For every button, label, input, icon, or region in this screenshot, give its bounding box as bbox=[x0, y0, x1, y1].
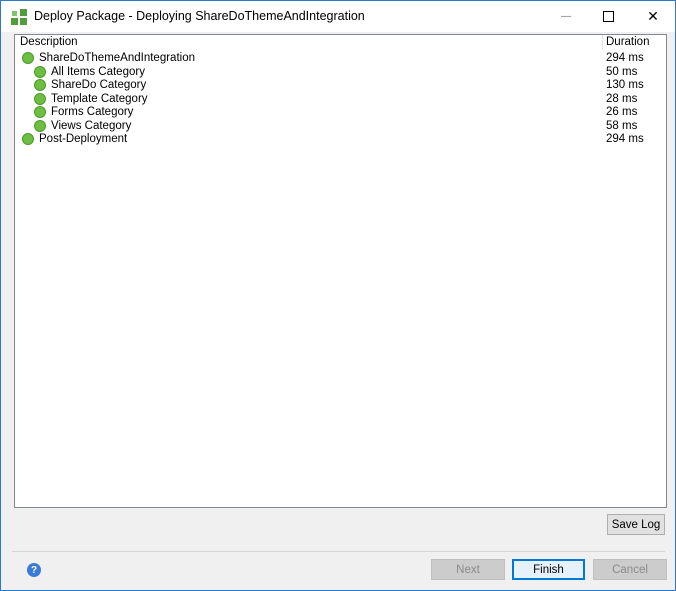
log-row-duration: 58 ms bbox=[606, 120, 638, 132]
success-check-icon bbox=[34, 79, 46, 91]
success-check-icon bbox=[34, 93, 46, 105]
log-row-duration: 294 ms bbox=[606, 52, 644, 64]
help-icon[interactable]: ? bbox=[27, 563, 41, 577]
cancel-button[interactable]: Cancel bbox=[593, 559, 667, 580]
log-row-description: Template Category bbox=[51, 93, 148, 105]
column-divider[interactable] bbox=[602, 35, 603, 50]
log-row-description: ShareDoThemeAndIntegration bbox=[39, 52, 195, 64]
title-bar[interactable]: Deploy Package - Deploying ShareDoThemeA… bbox=[1, 1, 675, 32]
success-check-icon bbox=[34, 66, 46, 78]
success-check-icon bbox=[34, 120, 46, 132]
log-row-duration: 294 ms bbox=[606, 133, 644, 145]
success-check-icon bbox=[22, 52, 34, 64]
app-icon bbox=[11, 9, 27, 25]
log-row-description: ShareDo Category bbox=[51, 79, 147, 91]
finish-button[interactable]: Finish bbox=[512, 559, 585, 580]
log-row[interactable]: ShareDoThemeAndIntegration 294 ms bbox=[15, 52, 666, 66]
log-row-duration: 130 ms bbox=[606, 79, 644, 91]
log-row[interactable]: ShareDo Category 130 ms bbox=[15, 79, 666, 93]
log-row-description: Views Category bbox=[51, 120, 132, 132]
log-row-duration: 28 ms bbox=[606, 93, 638, 105]
log-row-description: Post-Deployment bbox=[39, 133, 128, 145]
log-row[interactable]: Template Category 28 ms bbox=[15, 93, 666, 107]
column-header-duration[interactable]: Duration bbox=[606, 36, 649, 48]
log-row[interactable]: Post-Deployment 294 ms bbox=[15, 133, 666, 147]
maximize-icon bbox=[602, 11, 614, 22]
log-row[interactable]: Views Category 58 ms bbox=[15, 120, 666, 134]
deployment-log-list[interactable]: Description Duration ShareDoThemeAndInte… bbox=[14, 34, 667, 508]
close-icon: ✕ bbox=[647, 8, 659, 24]
close-button[interactable]: ✕ bbox=[630, 1, 676, 32]
log-row-duration: 26 ms bbox=[606, 106, 638, 118]
log-row[interactable]: Forms Category 26 ms bbox=[15, 106, 666, 120]
minimize-icon: — bbox=[561, 11, 571, 22]
log-row-duration: 50 ms bbox=[606, 66, 638, 78]
log-row-description: All Items Category bbox=[51, 66, 145, 78]
success-check-icon bbox=[34, 106, 46, 118]
column-header-description[interactable]: Description bbox=[20, 36, 78, 48]
footer-divider bbox=[12, 551, 665, 552]
deploy-package-dialog: Deploy Package - Deploying ShareDoThemeA… bbox=[0, 0, 676, 591]
log-row-description: Forms Category bbox=[51, 106, 134, 118]
maximize-button[interactable] bbox=[585, 1, 631, 32]
next-button[interactable]: Next bbox=[431, 559, 505, 580]
log-header: Description Duration bbox=[15, 35, 666, 50]
log-row[interactable]: All Items Category 50 ms bbox=[15, 66, 666, 80]
minimize-button[interactable]: — bbox=[543, 1, 589, 32]
success-check-icon bbox=[22, 133, 34, 145]
save-log-button[interactable]: Save Log bbox=[607, 514, 665, 535]
window-title: Deploy Package - Deploying ShareDoThemeA… bbox=[34, 9, 365, 23]
